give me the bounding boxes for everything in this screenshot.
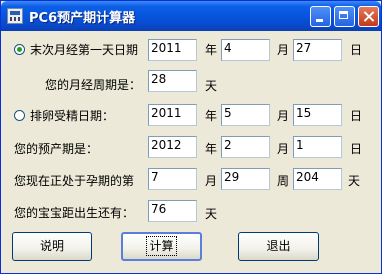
last-period-day-unit: 日 — [350, 43, 363, 57]
maximize-button[interactable] — [334, 6, 355, 27]
last-period-year-input[interactable]: 2011 — [148, 39, 197, 61]
minimize-button[interactable] — [310, 6, 331, 27]
due-date-year-unit: 年 — [205, 142, 218, 156]
calculate-button[interactable]: 计算 — [121, 232, 202, 261]
app-window: PC6预产期计算器 末次月经第一天日期 2011 年 4 月 27 日 您的月经… — [0, 0, 382, 274]
calculator-app-icon — [7, 8, 23, 24]
last-period-month-unit: 月 — [277, 43, 290, 57]
cycle-length-input[interactable]: 28 — [148, 70, 197, 92]
countdown-days-output[interactable]: 76 — [148, 200, 197, 222]
ovulation-day-unit: 日 — [350, 109, 363, 123]
exit-button-label: 退出 — [266, 239, 291, 253]
last-period-radio[interactable] — [14, 44, 25, 55]
ovulation-day-input[interactable]: 15 — [293, 104, 342, 126]
last-period-year-unit: 年 — [205, 43, 218, 57]
help-button[interactable]: 说明 — [12, 232, 92, 261]
ovulation-month-input[interactable]: 5 — [221, 104, 270, 126]
ovulation-label: 排卵受精日期： — [30, 109, 115, 123]
last-period-month-input[interactable]: 4 — [221, 39, 270, 61]
cycle-unit: 天 — [205, 79, 218, 93]
countdown-label: 您的宝宝距出生还有： — [14, 206, 135, 220]
pregnancy-progress-label: 您现在正处于孕期的第 — [14, 174, 135, 188]
window-title: PC6预产期计算器 — [29, 11, 136, 26]
due-date-year-output[interactable]: 2012 — [148, 136, 197, 158]
pregnancy-week-unit: 周 — [277, 174, 290, 188]
cycle-label: 您的月经周期是： — [45, 78, 142, 92]
last-period-day-input[interactable]: 27 — [293, 39, 342, 61]
pregnancy-month-output[interactable]: 7 — [148, 168, 197, 190]
help-button-label: 说明 — [39, 239, 64, 253]
due-date-month-unit: 月 — [277, 142, 290, 156]
close-button[interactable] — [358, 6, 379, 27]
ovulation-radio[interactable] — [14, 110, 25, 121]
title-bar[interactable]: PC6预产期计算器 — [1, 1, 381, 31]
pregnancy-day-unit: 天 — [348, 174, 361, 188]
calculate-button-label: 计算 — [146, 236, 177, 256]
exit-button[interactable]: 退出 — [238, 232, 319, 261]
ovulation-year-input[interactable]: 2011 — [148, 104, 197, 126]
ovulation-year-unit: 年 — [205, 109, 218, 123]
due-date-day-unit: 日 — [350, 142, 363, 156]
last-period-label: 末次月经第一天日期 — [30, 43, 139, 57]
ovulation-month-unit: 月 — [277, 109, 290, 123]
due-date-month-output[interactable]: 2 — [221, 136, 270, 158]
due-date-day-output[interactable]: 1 — [293, 136, 342, 158]
pregnancy-week-output[interactable]: 29 — [221, 168, 270, 190]
pregnancy-day-output[interactable]: 204 — [293, 168, 342, 190]
pregnancy-month-unit: 月 — [205, 174, 218, 188]
countdown-unit: 天 — [205, 207, 218, 221]
due-date-label: 您的预产期是： — [14, 142, 99, 156]
